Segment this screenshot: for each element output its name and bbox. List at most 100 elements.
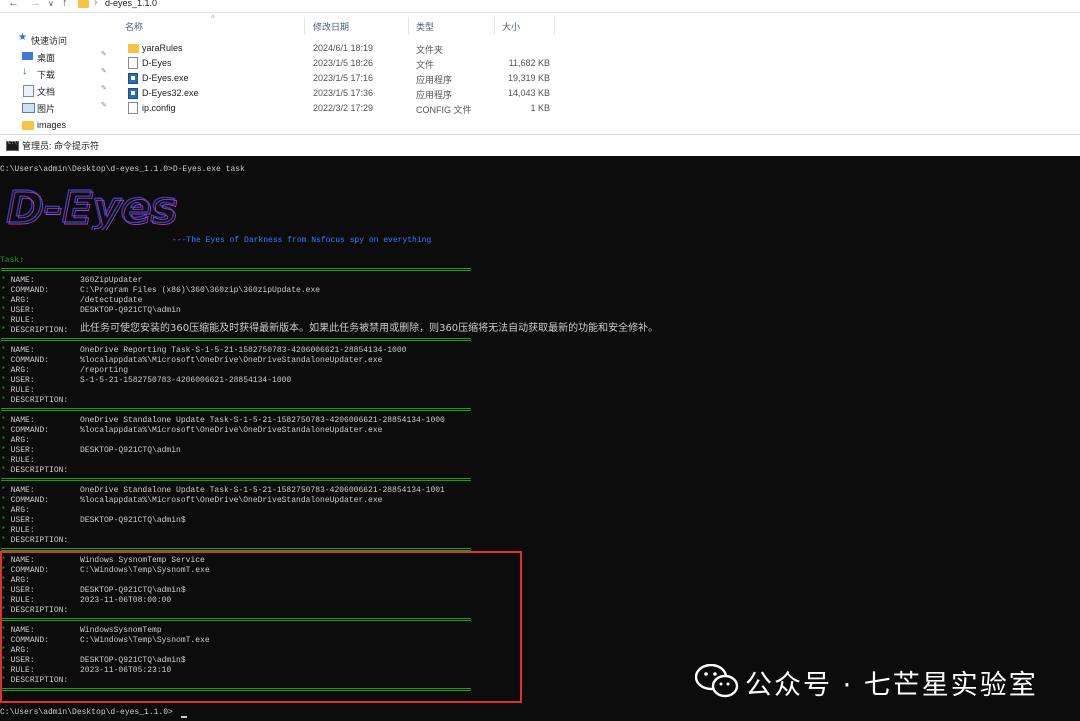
field-label-user: * USER: <box>1 306 35 315</box>
sidebar-item-label: 下载 <box>37 70 56 80</box>
field-value-user: S-1-5-21-1582750783-4206006621-28854134-… <box>80 376 292 385</box>
field-value-description: 此任务可使您安装的360压缩能及时获得最新版本。如果此任务被禁用或删除，则360… <box>80 323 659 334</box>
file-name: D-Eyes <box>142 58 172 68</box>
field-label-name: * NAME: <box>1 486 35 495</box>
picture-icon <box>22 103 35 113</box>
sidebar-item-label: images <box>37 120 67 130</box>
field-label-description: * DESCRIPTION: <box>1 396 69 405</box>
breadcrumb-path[interactable]: d-eyes_1.1.0 <box>105 0 157 8</box>
file-list: 名称 ^ 修改日期 类型 大小 yaraRules 2024/6/1 18:19 文… <box>114 14 1080 134</box>
back-icon[interactable]: ← <box>8 0 19 9</box>
file-row[interactable]: ip.config 2022/3/2 17:29 CONFIG 文件 1 KB <box>114 101 1080 116</box>
file-size: 14,043 KB <box>507 88 550 98</box>
field-label-arg: * ARG: <box>1 436 30 445</box>
d-eyes-logo: D-Eyes D-Eyes <box>5 186 179 230</box>
task-header: Task: <box>0 256 25 265</box>
separator-line <box>1 478 471 479</box>
field-label-arg: * ARG: <box>1 296 30 305</box>
sort-chevron-icon: ^ <box>211 14 215 23</box>
sidebar-item-文档[interactable]: 文档 ✎ <box>0 82 114 99</box>
pin-icon[interactable]: ✎ <box>101 50 107 58</box>
file-type: 应用程序 <box>416 75 453 85</box>
sidebar-item-label: 文档 <box>37 87 56 97</box>
separator-line <box>1 338 471 339</box>
field-value-command: C:\Program Files (x86)\360\360zip\360zip… <box>80 286 321 295</box>
field-label-user: * USER: <box>1 446 35 455</box>
sidebar-item-图片[interactable]: 图片 ✎ <box>0 99 114 116</box>
sidebar-item-桌面[interactable]: 桌面 ✎ <box>0 48 114 65</box>
chevron-down-icon[interactable]: ∨ <box>48 0 54 8</box>
field-value-name: 360ZipUpdater <box>80 276 143 285</box>
field-value-user: DESKTOP-Q921CTQ\admin <box>80 446 181 455</box>
field-label-description: * DESCRIPTION: <box>1 466 69 475</box>
pin-icon[interactable]: ✎ <box>101 101 107 109</box>
console-output[interactable]: C:\Users\admin\Desktop\d-eyes_1.1.0> D-Ey… <box>0 156 1080 721</box>
file-size: 1 KB <box>530 103 550 113</box>
field-value-name: OneDrive Reporting Task-S-1-5-21-1582750… <box>80 346 407 355</box>
wechat-icon <box>695 664 739 698</box>
document-icon <box>23 85 34 97</box>
field-value-user: DESKTOP-Q921CTQ\admin <box>80 306 181 315</box>
sidebar-item-images[interactable]: images <box>0 117 114 134</box>
field-label-description: * DESCRIPTION: <box>1 536 69 545</box>
folder-icon <box>128 44 139 53</box>
exe-icon <box>128 88 138 99</box>
file-icon <box>128 102 138 114</box>
field-label-rule: * RULE: <box>1 386 35 395</box>
field-label-command: * COMMAND: <box>1 286 50 295</box>
file-row[interactable]: D-Eyes 2023/1/5 18:26 文件 11,682 KB <box>114 56 1080 71</box>
file-name: D-Eyes32.exe <box>142 88 199 98</box>
cmd-icon <box>6 140 19 151</box>
field-label-command: * COMMAND: <box>1 496 50 505</box>
up-icon[interactable]: ↑ <box>62 0 68 9</box>
column-name[interactable]: 名称 <box>125 20 143 33</box>
file-row[interactable]: D-Eyes.exe 2023/1/5 17:16 应用程序 19,319 KB <box>114 71 1080 86</box>
field-value-command: %localappdata%\Microsoft\OneDrive\OneDri… <box>80 356 383 365</box>
field-label-name: * NAME: <box>1 346 35 355</box>
field-value-arg: /detectupdate <box>80 296 143 305</box>
separator-line <box>1 268 471 269</box>
sidebar-item-label: 桌面 <box>37 53 56 63</box>
file-size: 11,682 KB <box>508 58 550 68</box>
separator-line <box>1 408 471 409</box>
file-date: 2023/1/5 17:16 <box>313 73 374 83</box>
navigation-pane: ★ 快速访问桌面 ✎ ↓ 下载 ✎ 文档 ✎ 图片 ✎ images <box>0 14 114 134</box>
file-type: 文件 <box>416 60 435 70</box>
tagline: ---The Eyes of Darkness from Nsfocus spy… <box>172 236 432 245</box>
cmd-title-bar: 管理员: 命令提示符 <box>0 134 1080 157</box>
sidebar-item-label: 图片 <box>37 104 56 114</box>
separator-line <box>1 340 471 341</box>
file-date: 2022/3/2 17:29 <box>313 103 374 113</box>
column-size[interactable]: 大小 <box>502 20 520 33</box>
svg-text:D-Eyes: D-Eyes <box>8 186 178 230</box>
field-value-arg: /reporting <box>80 366 129 375</box>
separator-line <box>1 270 471 271</box>
forward-icon[interactable]: → <box>30 0 41 9</box>
pin-icon[interactable]: ✎ <box>101 67 107 75</box>
breadcrumb-separator-icon: › <box>94 0 98 8</box>
field-label-rule: * RULE: <box>1 316 35 325</box>
field-label-name: * NAME: <box>1 416 35 425</box>
file-explorer-window: ← → ∨ ↑ › d-eyes_1.1.0 ★ 快速访问 桌面 ✎ ↓ 下载 ✎ 文档 ✎ 图片… <box>0 0 1080 134</box>
field-value-name: OneDrive Standalone Update Task-S-1-5-21… <box>80 486 445 495</box>
file-icon <box>128 57 138 69</box>
cmd-window-title: 管理员: 命令提示符 <box>22 141 100 151</box>
download-icon: ↓ <box>22 65 28 77</box>
file-date: 2023/1/5 17:36 <box>313 88 374 98</box>
exe-icon <box>128 73 138 84</box>
field-label-rule: * RULE: <box>1 526 35 535</box>
field-label-name: * NAME: <box>1 276 35 285</box>
highlight-box <box>0 551 522 703</box>
file-row[interactable]: D-Eyes32.exe 2023/1/5 17:36 应用程序 14,043 KB <box>114 86 1080 101</box>
column-date[interactable]: 修改日期 <box>313 20 349 33</box>
field-value-user: DESKTOP-Q921CTQ\admin$ <box>80 516 186 525</box>
file-row[interactable]: yaraRules 2024/6/1 18:19 文件夹 <box>114 41 1080 56</box>
sidebar-item-下载[interactable]: ↓ 下载 ✎ <box>0 65 114 82</box>
sidebar-item-快速访问[interactable]: ★ 快速访问 <box>0 31 114 48</box>
separator-line <box>1 548 471 549</box>
text-cursor <box>181 716 187 718</box>
field-value-name: OneDrive Standalone Update Task-S-1-5-21… <box>80 416 445 425</box>
column-type[interactable]: 类型 <box>416 20 434 33</box>
sidebar-item-label: 快速访问 <box>31 36 68 46</box>
pin-icon[interactable]: ✎ <box>101 84 107 92</box>
